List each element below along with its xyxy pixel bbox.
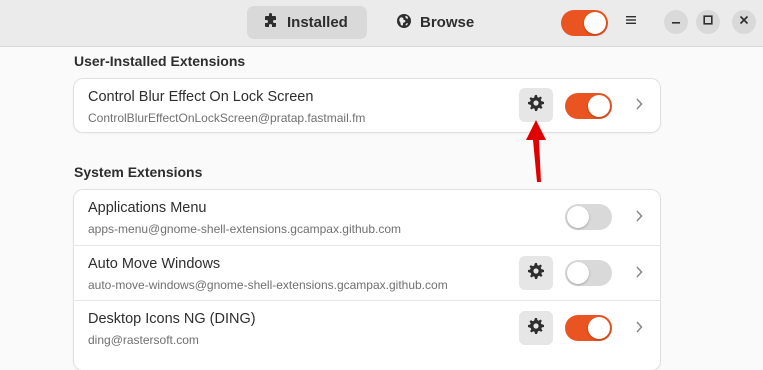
gear-icon [528,317,544,339]
globe-icon [396,13,412,33]
extension-uuid: auto-move-windows@gnome-shell-extensions… [88,278,448,292]
extension-row[interactable]: Applications Menu apps-menu@gnome-shell-… [74,190,660,245]
extension-name: Control Blur Effect On Lock Screen [88,89,314,105]
chevron-right-icon [635,320,643,338]
extension-toggle[interactable] [565,315,612,341]
extension-toggle[interactable] [565,204,612,230]
tab-installed[interactable]: Installed [247,6,367,39]
extension-name: Auto Move Windows [88,256,221,272]
expand-chevron[interactable] [634,97,644,115]
extension-name: Desktop Icons NG (DING) [88,311,256,327]
tab-installed-label: Installed [287,14,348,31]
menu-button[interactable] [619,10,643,34]
header-bar: Installed Browse [0,0,763,47]
close-icon [738,13,750,31]
switch-knob [588,317,610,339]
puzzle-piece-icon [263,12,279,33]
extension-uuid: apps-menu@gnome-shell-extensions.gcampax… [88,222,402,236]
maximize-icon [702,13,714,31]
settings-button[interactable] [519,88,553,122]
extension-toggle[interactable] [565,260,612,286]
tab-browse-label: Browse [420,14,475,31]
settings-button[interactable] [519,311,553,345]
switch-knob [588,95,610,117]
close-button[interactable] [732,10,756,34]
minimize-button[interactable] [664,10,688,34]
user-extensions-list: Control Blur Effect On Lock Screen Contr… [74,79,660,132]
switch-knob [584,12,606,34]
expand-chevron[interactable] [634,209,644,227]
extension-row[interactable]: Desktop Icons NG (DING) ding@rastersoft.… [74,300,660,356]
system-extensions-heading: System Extensions [74,164,203,180]
settings-button[interactable] [519,256,553,290]
gear-icon [528,262,544,284]
minimize-icon [670,13,682,31]
chevron-right-icon [635,265,643,283]
maximize-button[interactable] [696,10,720,34]
system-extensions-list: Applications Menu apps-menu@gnome-shell-… [74,190,660,370]
extension-name: Applications Menu [88,200,207,216]
extension-uuid: ding@rastersoft.com [88,333,199,347]
extension-row[interactable]: Auto Move Windows auto-move-windows@gnom… [74,245,660,301]
extension-uuid: ControlBlurEffectOnLockScreen@pratap.fas… [88,111,366,125]
chevron-right-icon [635,209,643,227]
menu-icon [625,13,637,31]
switch-knob [567,262,589,284]
switch-knob [567,206,589,228]
extension-toggle[interactable] [565,93,612,119]
chevron-right-icon [635,97,643,115]
expand-chevron[interactable] [634,320,644,338]
user-extensions-heading: User-Installed Extensions [74,53,246,69]
annotation-arrow [526,120,546,182]
expand-chevron[interactable] [634,265,644,283]
gear-icon [528,94,544,116]
extensions-master-switch[interactable] [561,10,608,36]
tab-browse[interactable]: Browse [380,6,480,39]
extension-row[interactable]: Control Blur Effect On Lock Screen Contr… [74,79,660,132]
